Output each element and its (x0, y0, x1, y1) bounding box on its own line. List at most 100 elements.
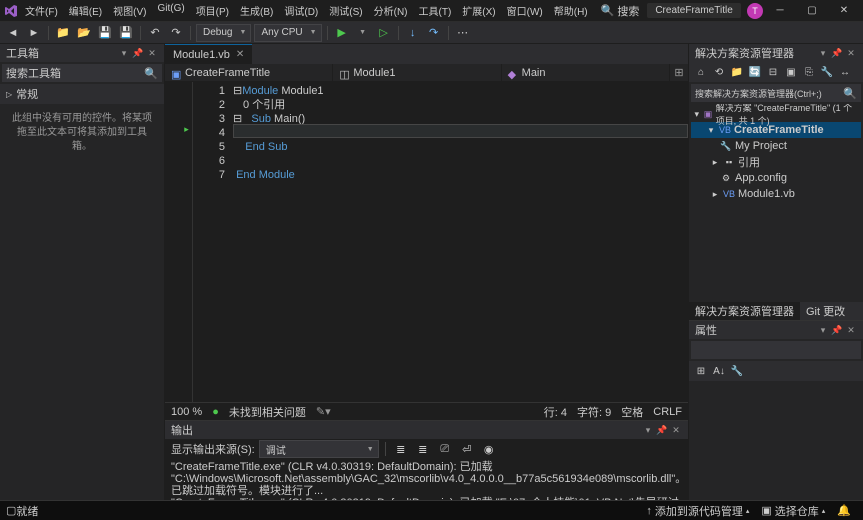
minimize-button[interactable]: ─ (765, 2, 795, 20)
menu-window[interactable]: 窗口(W) (502, 1, 548, 20)
menu-edit[interactable]: 编辑(E) (64, 1, 107, 20)
menu-extensions[interactable]: 扩展(X) (457, 1, 500, 20)
source-control-button[interactable]: ↑ 添加到源代码管理 ▴ (640, 503, 755, 519)
tree-module1[interactable]: ▸ VB Module1.vb (691, 186, 861, 202)
expand-icon[interactable]: ▾ (706, 125, 716, 136)
output-btn-icon[interactable]: ≣ (392, 440, 410, 458)
close-panel-icon[interactable]: ✕ (845, 47, 857, 59)
expand-icon[interactable]: ▾ (693, 109, 701, 120)
maximize-button[interactable]: ▢ (797, 2, 827, 20)
menu-file[interactable]: 文件(F) (20, 1, 63, 20)
nav-back-icon[interactable]: ◄ (4, 24, 22, 42)
menu-analyze[interactable]: 分析(N) (369, 1, 413, 20)
pin-icon[interactable]: 📌 (656, 424, 668, 436)
menu-tools[interactable]: 工具(T) (414, 1, 457, 20)
toolbox-section[interactable]: ▷ 常规 (0, 84, 164, 104)
breakpoint-margin[interactable] (165, 82, 181, 402)
categorize-icon[interactable]: ⊞ (693, 363, 709, 379)
menu-view[interactable]: 视图(V) (108, 1, 151, 20)
nav-member[interactable]: ◆ Main (502, 64, 670, 81)
code-editor[interactable]: ▸ 1234567 ⊟Module Module1 0 个引用 ⊟ Sub Ma… (165, 82, 688, 402)
open-icon[interactable]: 📂 (75, 24, 93, 42)
menu-project[interactable]: 项目(P) (191, 1, 234, 20)
tree-appconfig[interactable]: ⚙ App.config (691, 170, 861, 186)
sol-btn-icon[interactable]: 📁 (729, 64, 745, 80)
start-dropdown-icon[interactable]: ▼ (354, 24, 372, 42)
expand-icon[interactable]: ▸ (710, 157, 720, 168)
output-content[interactable]: "CreateFrameTitle.exe" (CLR v4.0.30319: … (165, 459, 688, 500)
sol-btn-icon[interactable]: 🔧 (819, 64, 835, 80)
nav-module[interactable]: ◫ Module1 (333, 64, 501, 81)
platform-dropdown[interactable]: Any CPU (254, 24, 321, 42)
output-source-dropdown[interactable]: 调试 (259, 440, 379, 458)
new-project-icon[interactable]: 📁 (54, 24, 72, 42)
sol-btn-icon[interactable]: ↔ (837, 64, 853, 80)
sol-btn-icon[interactable]: ⊟ (765, 64, 781, 80)
undo-icon[interactable]: ↶ (146, 24, 164, 42)
split-icon[interactable]: ⊞ (670, 66, 688, 79)
menu-debug[interactable]: 调试(D) (279, 1, 323, 20)
toolbox-search[interactable]: 搜索工具箱 🔍 (2, 64, 162, 82)
close-panel-icon[interactable]: ✕ (670, 424, 682, 436)
solution-tree: ▾ ▣ 解决方案 "CreateFrameTitle" (1 个项目, 共 1 … (689, 104, 863, 302)
alpha-icon[interactable]: A↓ (711, 363, 727, 379)
search-clear-icon[interactable]: 🔍 (144, 67, 158, 80)
home-icon[interactable]: ⌂ (693, 64, 709, 80)
pin-icon[interactable]: ▾ (817, 47, 829, 59)
tab-git-changes[interactable]: Git 更改 (800, 302, 851, 320)
menu-git[interactable]: Git(G) (152, 1, 189, 20)
pin-icon[interactable]: 📌 (831, 324, 843, 336)
expand-icon[interactable]: ▸ (710, 189, 720, 200)
sol-btn-icon[interactable]: ▣ (783, 64, 799, 80)
save-all-icon[interactable]: 💾 (117, 24, 135, 42)
eol-info[interactable]: CRLF (653, 406, 682, 418)
sync-icon[interactable]: ⟲ (711, 64, 727, 80)
pin-icon[interactable]: ▾ (642, 424, 654, 436)
close-panel-icon[interactable]: ✕ (146, 47, 158, 59)
zoom-level[interactable]: 100 % (171, 406, 202, 418)
start-nodebug-icon[interactable]: ▷ (375, 24, 393, 42)
redo-icon[interactable]: ↷ (167, 24, 185, 42)
save-icon[interactable]: 💾 (96, 24, 114, 42)
menu-build[interactable]: 生成(B) (235, 1, 278, 20)
indent-info[interactable]: 空格 (621, 404, 643, 420)
start-debug-icon[interactable]: ▶ (333, 24, 351, 42)
toolbar-misc-icon[interactable]: ⋯ (454, 24, 472, 42)
sol-btn-icon[interactable]: ⎘ (801, 64, 817, 80)
select-repo-button[interactable]: ▣ 选择仓库 ▴ (755, 503, 831, 519)
tree-myproject[interactable]: 🔧 My Project (691, 138, 861, 154)
menu-test[interactable]: 测试(S) (324, 1, 367, 20)
props-grid[interactable] (689, 381, 863, 500)
tab-close-icon[interactable]: ✕ (236, 49, 244, 60)
close-panel-icon[interactable]: ✕ (845, 324, 857, 336)
tree-solution[interactable]: ▾ ▣ 解决方案 "CreateFrameTitle" (1 个项目, 共 1 … (691, 106, 861, 122)
output-btn-icon[interactable]: ⎚ (436, 440, 454, 458)
tab-solution-explorer[interactable]: 解决方案资源管理器 (689, 302, 800, 320)
props-object-dropdown[interactable] (691, 341, 861, 359)
solution-search[interactable]: 搜索解决方案资源管理器(Ctrl+;) 🔍 (691, 84, 861, 102)
tab-module1[interactable]: Module1.vb ✕ (165, 44, 252, 64)
user-badge[interactable]: T (747, 3, 763, 19)
pin-icon[interactable]: 📌 (831, 47, 843, 59)
output-btn-icon[interactable]: ◉ (480, 440, 498, 458)
nav-fwd-icon[interactable]: ► (25, 24, 43, 42)
pin-icon[interactable]: ▾ (817, 324, 829, 336)
config-dropdown[interactable]: Debug (196, 24, 251, 42)
issue-indicator-icon[interactable]: ● (212, 406, 219, 418)
tree-references[interactable]: ▸ ▪▪ 引用 (691, 154, 861, 170)
close-button[interactable]: ✕ (829, 2, 859, 20)
step-into-icon[interactable]: ↓ (404, 24, 422, 42)
notifications-icon[interactable]: 🔔 (831, 504, 857, 517)
sol-btn-icon[interactable]: 🔄 (747, 64, 763, 80)
nav-project[interactable]: ▣ CreateFrameTitle (165, 64, 333, 81)
props-icon[interactable]: 🔧 (729, 363, 745, 379)
pin-icon[interactable]: 📌 (132, 47, 144, 59)
brush-icon[interactable]: ✎▾ (316, 405, 331, 418)
menu-help[interactable]: 帮助(H) (549, 1, 593, 20)
search-box[interactable]: 🔍 搜索 (601, 3, 640, 19)
output-btn-icon[interactable]: ⏎ (458, 440, 476, 458)
step-over-icon[interactable]: ↷ (425, 24, 443, 42)
output-btn-icon[interactable]: ≣ (414, 440, 432, 458)
code-area[interactable]: ⊟Module Module1 0 个引用 ⊟ Sub Main() End S… (233, 82, 688, 402)
pin-icon[interactable]: ▾ (118, 47, 130, 59)
